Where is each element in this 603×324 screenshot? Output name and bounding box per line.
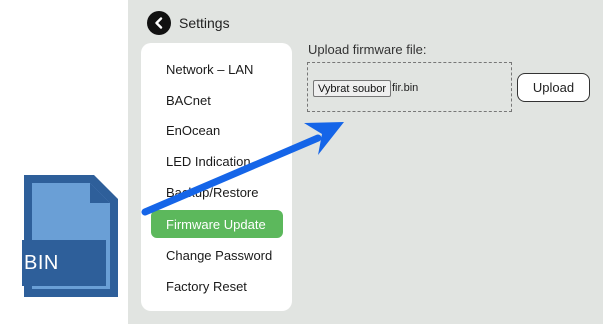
back-button[interactable]: [147, 11, 171, 35]
file-type-label: BIN: [22, 240, 106, 286]
sidebar-item-change-password[interactable]: Change Password: [151, 241, 283, 269]
sidebar-item-enocean[interactable]: EnOcean: [151, 116, 283, 144]
sidebar-item-factory-reset[interactable]: Factory Reset: [151, 272, 283, 300]
settings-sidebar: Network – LAN BACnet EnOcean LED Indicat…: [141, 43, 292, 311]
sidebar-item-network-lan[interactable]: Network – LAN: [151, 55, 283, 83]
upload-firmware-label: Upload firmware file:: [308, 42, 427, 57]
bin-file-icon: BIN: [22, 173, 120, 299]
file-type-text: BIN: [24, 251, 59, 274]
sidebar-item-led-indication[interactable]: LED Indication: [151, 147, 283, 175]
page-title: Settings: [179, 15, 230, 31]
sidebar-item-backup-restore[interactable]: Backup/Restore: [151, 178, 283, 206]
chevron-left-icon: [155, 17, 163, 29]
choose-file-button[interactable]: Vybrat soubor: [313, 80, 392, 97]
settings-header: Settings: [147, 10, 230, 36]
file-dropzone[interactable]: Vybrat soubor fir.bin: [307, 62, 512, 112]
upload-button[interactable]: Upload: [517, 73, 590, 102]
sidebar-item-firmware-update[interactable]: Firmware Update: [151, 210, 283, 238]
sidebar-item-bacnet[interactable]: BACnet: [151, 86, 283, 114]
selected-file-name: fir.bin: [392, 82, 419, 94]
